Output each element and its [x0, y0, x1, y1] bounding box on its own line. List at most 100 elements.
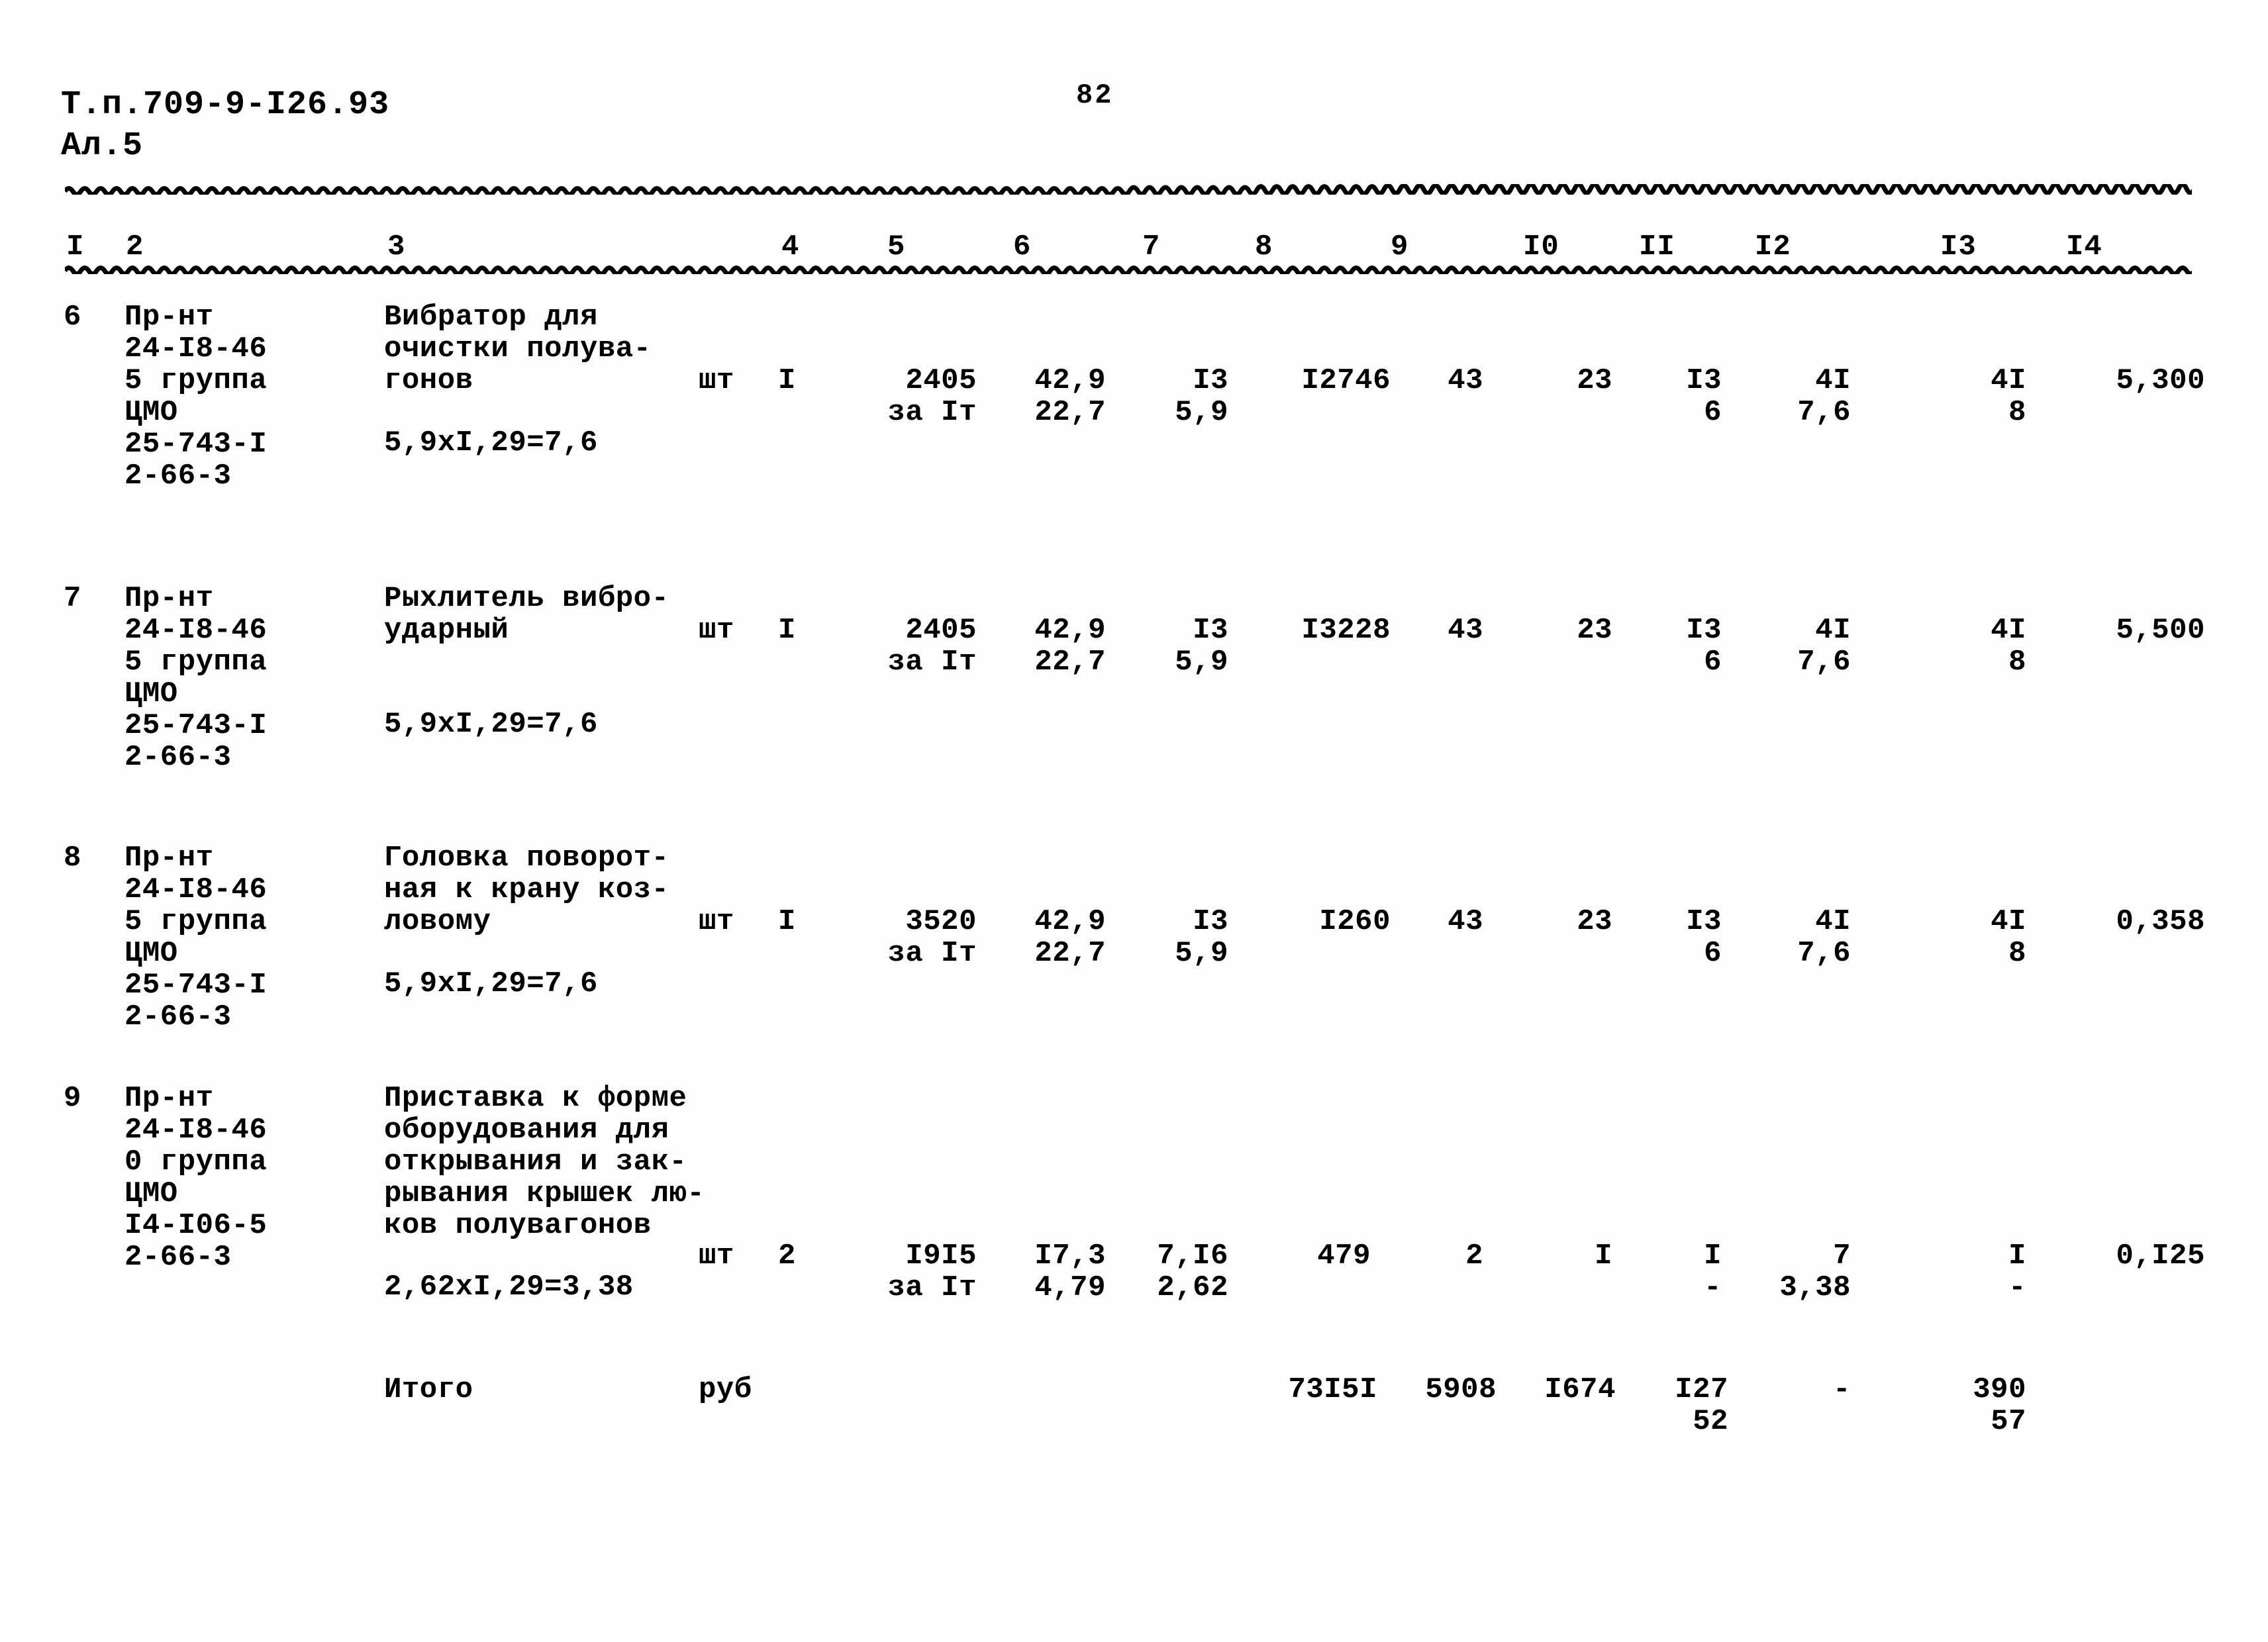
- row-col6-line1: 42,9: [1034, 614, 1106, 647]
- row-col8: 479: [1317, 1239, 1371, 1273]
- total-col11-line2: 52: [1693, 1405, 1728, 1438]
- row-code: Пр-нт 24-I8-46 5 группа ЦМО 25-743-I 2-6…: [124, 301, 268, 493]
- row-col7-line2: 2,62: [1157, 1271, 1228, 1304]
- row-code: Пр-нт 24-I8-46 5 группа ЦМО 25-743-I 2-6…: [124, 582, 268, 774]
- row-col12-line2: 7,6: [1797, 937, 1851, 970]
- row-col6-line2: 22,7: [1034, 396, 1106, 429]
- row-description: Приставка к форме оборудования для откры…: [384, 1082, 705, 1242]
- column-header-14: I4: [2066, 230, 2102, 264]
- row-col5-line1: 3520: [905, 905, 977, 938]
- row-col8: I2746: [1301, 364, 1391, 397]
- row-col7-line1: I3: [1193, 614, 1228, 647]
- column-header-8: 8: [1255, 230, 1273, 264]
- row-col14: 5,500: [2116, 614, 2205, 647]
- row-col14: 0,I25: [2116, 1239, 2205, 1273]
- row-col11-line1: I3: [1686, 905, 1722, 938]
- row-description: Вибратор для очистки полува- гонов: [384, 301, 652, 397]
- document-code-line2: Ал.5: [61, 127, 144, 165]
- wavy-rule-top: [65, 184, 2192, 195]
- row-index: 6: [64, 301, 81, 334]
- row-col13-line2: 8: [2008, 646, 2026, 679]
- document-code: Т.п.709-9-I26.93 Ал.5: [61, 85, 389, 167]
- row-col9: 2: [1465, 1239, 1483, 1273]
- total-label: Итого: [384, 1373, 473, 1406]
- column-header-7: 7: [1142, 230, 1161, 264]
- row-col7-line1: 7,I6: [1157, 1239, 1228, 1273]
- row-col5-line2: за Iт: [887, 646, 977, 679]
- document-page: Т.п.709-9-I26.93 Ал.5 82 I 2 3 4 5 6 7 8 …: [0, 0, 2268, 1642]
- row-formula: 5,9xI,29=7,6: [384, 708, 598, 741]
- row-col7-line1: I3: [1193, 905, 1228, 938]
- row-quantity: I: [778, 614, 796, 647]
- column-header-6: 6: [1013, 230, 1032, 264]
- row-col13-line2: 8: [2008, 937, 2026, 970]
- row-col12-line2: 7,6: [1797, 646, 1851, 679]
- row-col14: 0,358: [2116, 905, 2205, 938]
- row-quantity: I: [778, 905, 796, 938]
- column-header-4: 4: [781, 230, 800, 264]
- row-quantity: 2: [778, 1239, 796, 1273]
- row-quantity: I: [778, 364, 796, 397]
- row-formula: 5,9xI,29=7,6: [384, 967, 598, 1000]
- column-header-2: 2: [126, 230, 144, 264]
- row-col5-line1: I9I5: [905, 1239, 977, 1273]
- row-col13-line1: 4I: [1991, 905, 2026, 938]
- row-col11-line2: 6: [1704, 646, 1722, 679]
- row-col5-line1: 2405: [905, 364, 977, 397]
- total-col8: 73I5I: [1288, 1373, 1377, 1406]
- row-col8: I260: [1319, 905, 1391, 938]
- total-col12: -: [1833, 1373, 1851, 1406]
- row-col6-line2: 22,7: [1034, 937, 1106, 970]
- row-col13-line1: 4I: [1991, 364, 2026, 397]
- row-col6-line1: 42,9: [1034, 364, 1106, 397]
- total-col13-line2: 57: [1991, 1405, 2026, 1438]
- row-col11-line2: -: [1704, 1271, 1722, 1304]
- row-col7-line2: 5,9: [1175, 937, 1228, 970]
- row-col6-line2: 4,79: [1034, 1271, 1106, 1304]
- row-description: Рыхлитель вибро- ударный: [384, 582, 669, 647]
- row-col9: 43: [1448, 905, 1483, 938]
- row-col10: I: [1595, 1239, 1612, 1273]
- row-code: Пр-нт 24-I8-46 5 группа ЦМО 25-743-I 2-6…: [124, 842, 268, 1034]
- wavy-rule-bottom: [65, 264, 2192, 274]
- row-col13-line2: 8: [2008, 396, 2026, 429]
- row-col12-line1: 4I: [1815, 614, 1851, 647]
- row-col11-line2: 6: [1704, 396, 1722, 429]
- row-col5-line2: за Iт: [887, 1271, 977, 1304]
- row-formula: 2,62xI,29=3,38: [384, 1271, 634, 1304]
- column-header-5: 5: [887, 230, 906, 264]
- row-col5-line1: 2405: [905, 614, 977, 647]
- row-col11-line1: I: [1704, 1239, 1722, 1273]
- row-col9: 43: [1448, 614, 1483, 647]
- total-col11-line1: I27: [1675, 1373, 1728, 1406]
- row-col11-line2: 6: [1704, 937, 1722, 970]
- row-col7-line1: I3: [1193, 364, 1228, 397]
- total-col10: I674: [1544, 1373, 1616, 1406]
- row-col11-line1: I3: [1686, 364, 1722, 397]
- row-col5-line2: за Iт: [887, 396, 977, 429]
- row-description: Головка поворот- ная к крану коз- ловому: [384, 842, 669, 938]
- row-col12-line2: 7,6: [1797, 396, 1851, 429]
- row-col9: 43: [1448, 364, 1483, 397]
- row-col14: 5,300: [2116, 364, 2205, 397]
- row-col7-line2: 5,9: [1175, 646, 1228, 679]
- row-index: 9: [64, 1082, 81, 1115]
- row-col8: I3228: [1301, 614, 1391, 647]
- row-col6-line2: 22,7: [1034, 646, 1106, 679]
- total-unit: руб: [699, 1373, 752, 1406]
- row-unit: шт: [699, 364, 734, 397]
- row-col10: 23: [1577, 364, 1612, 397]
- row-col13-line2: -: [2008, 1271, 2026, 1304]
- column-header-1: I: [66, 230, 85, 264]
- row-col10: 23: [1577, 614, 1612, 647]
- row-col6-line1: 42,9: [1034, 905, 1106, 938]
- page-number: 82: [1076, 79, 1114, 111]
- document-code-line1: Т.п.709-9-I26.93: [61, 86, 390, 124]
- row-index: 7: [64, 582, 81, 615]
- column-header-11: II: [1639, 230, 1675, 264]
- row-col11-line1: I3: [1686, 614, 1722, 647]
- row-formula: 5,9xI,29=7,6: [384, 426, 598, 459]
- row-col13-line1: 4I: [1991, 614, 2026, 647]
- row-unit: шт: [699, 1239, 734, 1273]
- row-col10: 23: [1577, 905, 1612, 938]
